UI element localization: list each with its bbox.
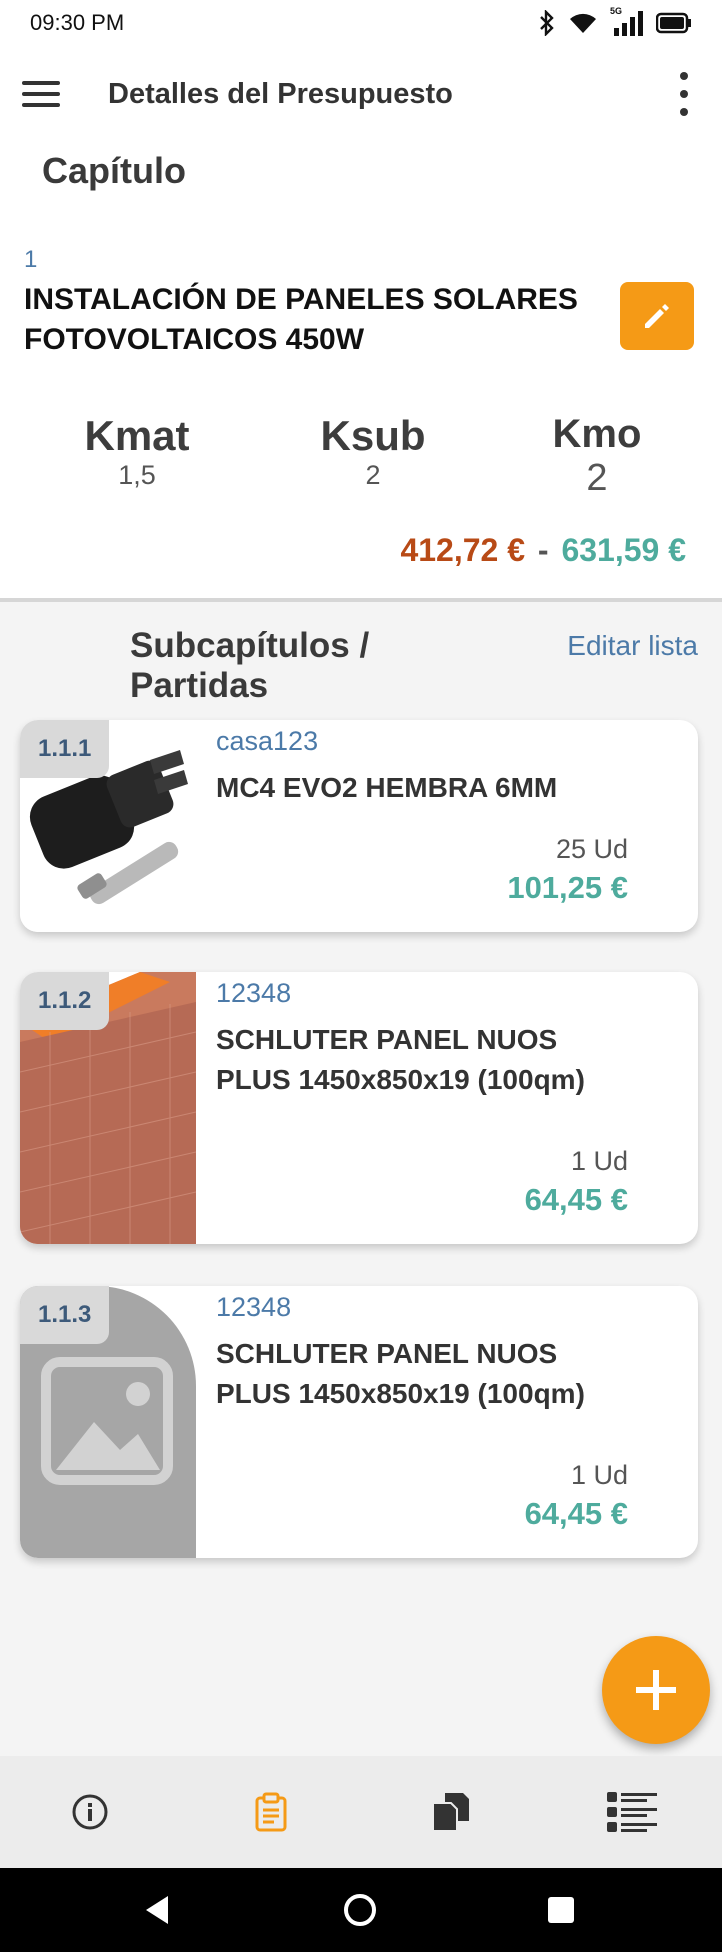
- nav-list[interactable]: [542, 1756, 722, 1868]
- item-name: SCHLUTER PANEL NUOS PLUS 1450x850x19 (10…: [216, 1024, 585, 1095]
- coef-value: 1,5: [118, 460, 156, 490]
- bluetooth-icon: [540, 10, 554, 36]
- coef-value: 2: [365, 460, 381, 490]
- back-icon[interactable]: [142, 1894, 172, 1926]
- chapter-name: INSTALACIÓN DE PANELES SOLARES FOTOVOLTA…: [24, 283, 578, 356]
- price-min: 412,72 €: [400, 532, 525, 568]
- signal-icon: 5G: [610, 6, 644, 36]
- edit-chapter-button[interactable]: [620, 282, 694, 350]
- item-code: 12348: [216, 1292, 292, 1322]
- nav-documents[interactable]: [361, 1756, 542, 1868]
- list-title: Subcapítulos / Partidas: [130, 626, 370, 705]
- coef-label: Kmo: [552, 412, 642, 456]
- item-badge: 1.1.3: [20, 1286, 110, 1344]
- coef-value: 2: [586, 457, 608, 499]
- system-nav-bar: [0, 1868, 722, 1952]
- chapter-number: 1: [24, 246, 38, 273]
- pencil-icon: [645, 304, 669, 328]
- more-options-button[interactable]: [672, 72, 696, 116]
- price-range: 412,72 € - 631,59 €: [400, 532, 686, 569]
- list-item[interactable]: 1.1.3 12348 SCHLUTER PANEL NUOS PLUS 145…: [20, 1286, 698, 1558]
- more-vert-icon: [680, 72, 688, 80]
- nav-info[interactable]: [0, 1756, 181, 1868]
- item-quantity: 1 Ud: [570, 1146, 628, 1176]
- nav-clipboard[interactable]: [181, 1756, 362, 1868]
- item-name: SCHLUTER PANEL NUOS PLUS 1450x850x19 (10…: [216, 1338, 585, 1409]
- recents-icon[interactable]: [546, 1895, 576, 1925]
- item-quantity: 25 Ud: [555, 834, 628, 864]
- add-item-button[interactable]: [602, 1636, 710, 1744]
- info-icon: [72, 1794, 108, 1830]
- item-code: casa123: [216, 726, 319, 756]
- item-name: MC4 EVO2 HEMBRA 6MM: [216, 772, 558, 803]
- item-price: 64,45 €: [524, 1182, 628, 1217]
- section-title: Capítulo: [42, 150, 186, 191]
- item-price: 64,45 €: [524, 1496, 628, 1531]
- coef-kmo: Kmo 2: [522, 412, 672, 500]
- battery-icon: [656, 12, 691, 34]
- wifi-icon: [570, 13, 596, 33]
- plus-icon: [636, 1670, 676, 1710]
- clipboard-icon: [255, 1792, 287, 1832]
- status-time: 09:30 PM: [30, 10, 125, 35]
- price-separator: -: [537, 532, 549, 568]
- list-item[interactable]: 1.1.1 casa123 MC4 EVO2 HEMBRA 6MM 25 Ud …: [20, 720, 698, 932]
- status-icons: 5G: [538, 6, 692, 38]
- item-quantity: 1 Ud: [570, 1460, 628, 1490]
- home-icon[interactable]: [342, 1892, 378, 1928]
- app-bar: Detalles del Presupuesto: [0, 46, 722, 142]
- menu-button[interactable]: [18, 74, 64, 114]
- bottom-nav: [0, 1756, 722, 1868]
- coef-ksub: Ksub 2: [298, 412, 448, 491]
- item-code: 12348: [216, 978, 292, 1008]
- item-badge: 1.1.1: [20, 720, 110, 778]
- item-badge: 1.1.2: [20, 972, 110, 1030]
- coef-kmat: Kmat 1,5: [62, 412, 212, 491]
- list-item[interactable]: 1.1.2 12348 SCHLUTER PANEL NUOS PLUS 145…: [20, 972, 698, 1244]
- coef-label: Kmat: [84, 412, 190, 459]
- copy-icon: [432, 1793, 470, 1832]
- coef-label: Ksub: [320, 412, 426, 459]
- edit-list-link[interactable]: Editar lista: [567, 630, 698, 662]
- item-price: 101,25 €: [507, 870, 628, 905]
- list-icon: [606, 1792, 657, 1832]
- page-title: Detalles del Presupuesto: [108, 78, 453, 110]
- price-max: 631,59 €: [561, 532, 686, 568]
- menu-icon: [22, 81, 60, 85]
- status-bar: 09:30 PM 5G: [0, 0, 722, 46]
